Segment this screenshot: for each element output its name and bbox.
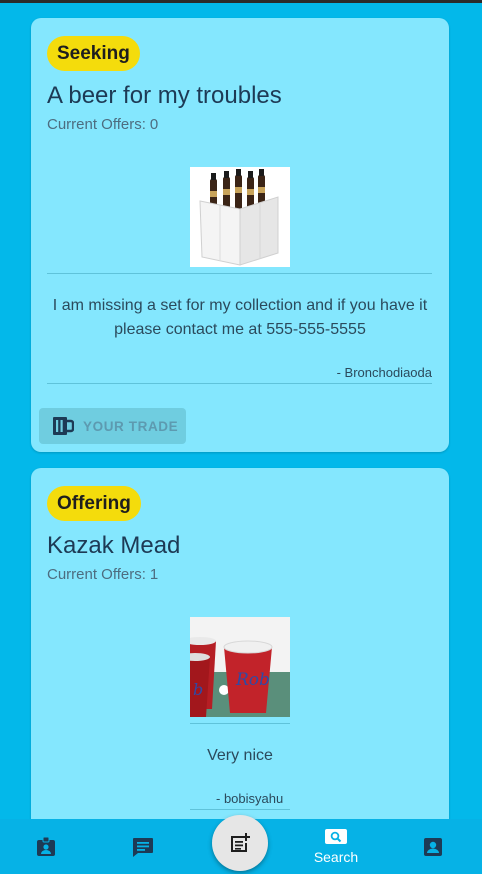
listings-feed[interactable]: Seeking A beer for my troubles Current O… xyxy=(0,3,482,819)
listing-image-six-pack[interactable] xyxy=(190,167,290,267)
nav-item-badge[interactable] xyxy=(22,819,70,874)
offers-value: 1 xyxy=(149,566,159,583)
chat-icon xyxy=(133,837,153,857)
listing-type-badge: Offering xyxy=(47,486,141,521)
nav-search-label: Search xyxy=(313,848,359,865)
red-cups-image: b Rob xyxy=(190,617,290,717)
listing-author[interactable]: - Bronchodiaoda xyxy=(337,365,432,380)
nav-item-messages[interactable] xyxy=(119,819,167,874)
listing-title: A beer for my troubles xyxy=(47,82,282,109)
listing-image-red-cups[interactable]: b Rob xyxy=(190,617,290,717)
card-divider xyxy=(190,723,290,724)
your-trade-label: YOUR TRADE xyxy=(83,418,179,434)
listing-title: Kazak Mead xyxy=(47,532,181,559)
listing-description: Very nice xyxy=(207,747,273,764)
card-divider xyxy=(47,273,432,274)
card-divider xyxy=(190,809,290,810)
beer-mug-icon xyxy=(53,417,74,435)
badge-icon xyxy=(37,836,55,856)
your-trade-button[interactable]: YOUR TRADE xyxy=(39,408,186,444)
new-post-icon xyxy=(231,833,250,852)
cup-script-text: b xyxy=(193,680,203,699)
listing-author[interactable]: - bobisyahu xyxy=(216,791,283,806)
profile-icon xyxy=(424,837,442,856)
nav-item-search[interactable]: Search xyxy=(306,819,366,874)
search-icon xyxy=(325,828,347,844)
new-post-button[interactable] xyxy=(212,815,268,871)
offers-label: Current Offers: xyxy=(47,566,146,583)
offers-label: Current Offers: xyxy=(47,116,146,133)
offers-count: Current Offers: 1 xyxy=(47,566,158,583)
listing-description: I am missing a set for my collection and… xyxy=(52,297,428,338)
card-divider xyxy=(47,383,432,384)
six-pack-image xyxy=(190,167,290,267)
nav-item-profile[interactable] xyxy=(409,819,457,874)
listing-card[interactable]: Seeking A beer for my troubles Current O… xyxy=(31,18,449,452)
offers-value: 0 xyxy=(149,116,159,133)
offers-count: Current Offers: 0 xyxy=(47,116,158,133)
cup-script-text: Rob xyxy=(235,670,270,690)
listing-type-badge: Seeking xyxy=(47,36,140,71)
listing-card[interactable]: Offering Kazak Mead Current Offers: 1 b R… xyxy=(31,468,449,819)
